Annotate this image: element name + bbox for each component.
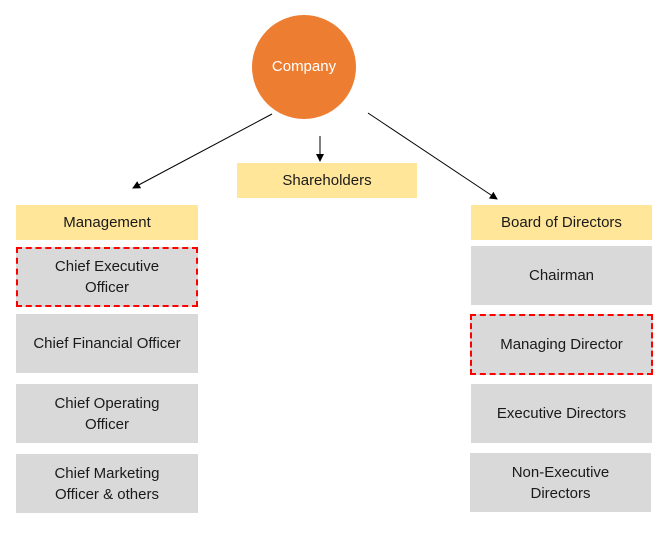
management-item-label: Chief Marketing Officer & others (54, 464, 160, 503)
shareholders-node: Shareholders (237, 163, 417, 198)
board-item-label: Managing Director (500, 336, 623, 353)
company-node: Company (252, 15, 356, 119)
management-item-label: Chief Financial Officer (33, 335, 181, 352)
board-item-label: Executive Directors (496, 405, 627, 422)
company-label: Company (271, 57, 337, 75)
management-item-ceo: Chief Executive Officer (16, 247, 198, 307)
board-item-non-executive-directors: Non-Executive Directors (470, 453, 651, 512)
board-header-label: Board of Directors (501, 214, 622, 231)
board-item-label: Non-Executive Directors (511, 463, 610, 502)
management-header-label: Management (63, 214, 151, 231)
board-item-label: Chairman (528, 267, 595, 284)
management-item-label: Chief Operating Officer (54, 394, 160, 433)
board-item-chairman: Chairman (471, 246, 652, 305)
board-item-managing-director: Managing Director (470, 314, 653, 375)
board-item-executive-directors: Executive Directors (471, 384, 652, 443)
shareholders-label: Shareholders (282, 172, 372, 189)
management-item-cmo: Chief Marketing Officer & others (16, 454, 198, 513)
management-item-cfo: Chief Financial Officer (16, 314, 198, 373)
management-header: Management (16, 205, 198, 240)
board-header: Board of Directors (471, 205, 652, 240)
management-item-label: Chief Executive Officer (54, 258, 160, 296)
management-item-coo: Chief Operating Officer (16, 384, 198, 443)
